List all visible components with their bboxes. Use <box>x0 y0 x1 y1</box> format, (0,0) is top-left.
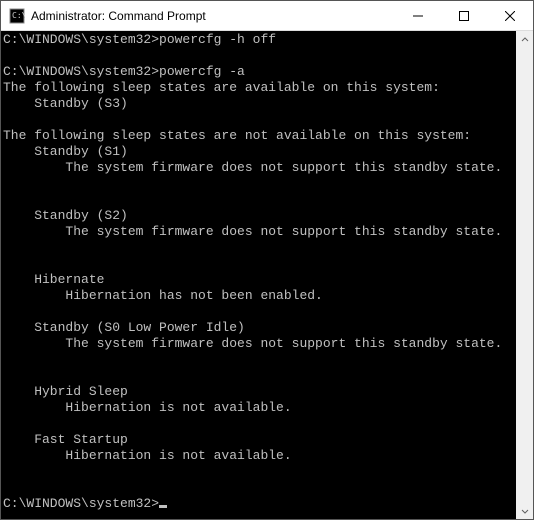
terminal-container: C:\WINDOWS\system32>powercfg -h off C:\W… <box>1 31 533 519</box>
terminal-line <box>3 480 516 496</box>
terminal-line: The system firmware does not support thi… <box>3 336 516 352</box>
close-button[interactable] <box>487 1 533 30</box>
terminal-line <box>3 240 516 256</box>
terminal-line <box>3 176 516 192</box>
terminal-line: Hybrid Sleep <box>3 384 516 400</box>
window-controls <box>395 1 533 30</box>
terminal-line: Hibernation is not available. <box>3 400 516 416</box>
terminal-line <box>3 112 516 128</box>
terminal-line: The system firmware does not support thi… <box>3 160 516 176</box>
minimize-button[interactable] <box>395 1 441 30</box>
cmd-icon: C:\ <box>9 8 25 24</box>
terminal-line: The following sleep states are not avail… <box>3 128 516 144</box>
terminal-prompt: C:\WINDOWS\system32> <box>3 496 159 511</box>
scroll-down-button[interactable] <box>516 502 533 519</box>
terminal-line: Hibernation is not available. <box>3 448 516 464</box>
terminal-line <box>3 192 516 208</box>
terminal-line <box>3 464 516 480</box>
vertical-scrollbar[interactable] <box>516 31 533 519</box>
terminal-line: Standby (S0 Low Power Idle) <box>3 320 516 336</box>
terminal-line: C:\WINDOWS\system32>powercfg -h off <box>3 32 516 48</box>
terminal-line: Hibernate <box>3 272 516 288</box>
terminal-line: Fast Startup <box>3 432 516 448</box>
terminal-line: Hibernation has not been enabled. <box>3 288 516 304</box>
scroll-up-button[interactable] <box>516 31 533 48</box>
terminal-line <box>3 256 516 272</box>
terminal-line: C:\WINDOWS\system32>powercfg -a <box>3 64 516 80</box>
maximize-button[interactable] <box>441 1 487 30</box>
terminal-line: Standby (S3) <box>3 96 516 112</box>
terminal-line: The system firmware does not support thi… <box>3 224 516 240</box>
terminal-line: The following sleep states are available… <box>3 80 516 96</box>
terminal-output[interactable]: C:\WINDOWS\system32>powercfg -h off C:\W… <box>1 31 516 519</box>
terminal-line <box>3 48 516 64</box>
window-title: Administrator: Command Prompt <box>31 9 395 23</box>
terminal-line: Standby (S1) <box>3 144 516 160</box>
svg-text:C:\: C:\ <box>12 11 25 20</box>
terminal-line: Standby (S2) <box>3 208 516 224</box>
window-titlebar: C:\ Administrator: Command Prompt <box>1 1 533 31</box>
terminal-cursor <box>159 505 167 508</box>
terminal-prompt-line[interactable]: C:\WINDOWS\system32> <box>3 496 516 512</box>
terminal-line <box>3 304 516 320</box>
terminal-line <box>3 416 516 432</box>
terminal-line <box>3 368 516 384</box>
scroll-track[interactable] <box>516 48 533 502</box>
terminal-line <box>3 352 516 368</box>
